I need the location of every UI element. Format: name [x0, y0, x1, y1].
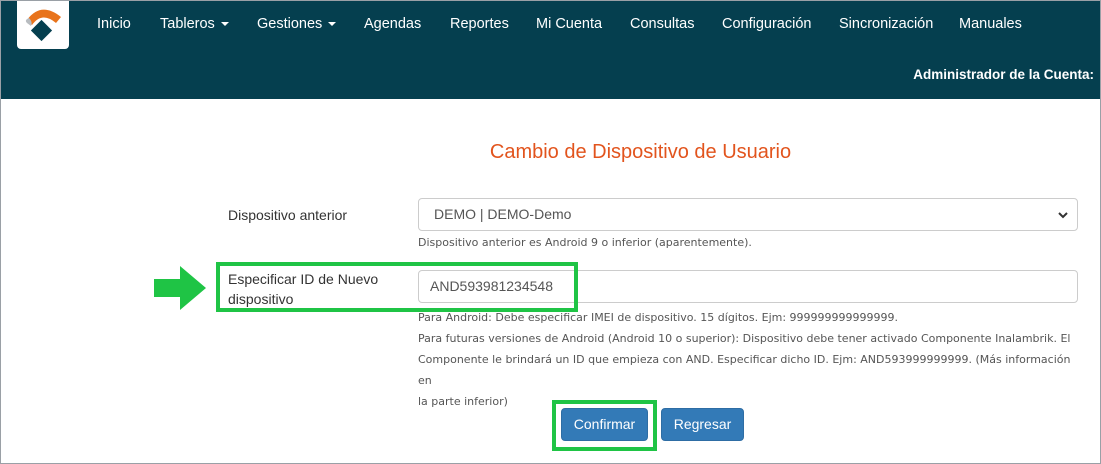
- caret-down-icon: [328, 22, 337, 27]
- help-line: Componente le brindará un ID que empieza…: [418, 353, 1071, 387]
- nav-mi-cuenta[interactable]: Mi Cuenta: [536, 16, 602, 32]
- new-device-help: Para Android: Debe especificar IMEI de d…: [418, 307, 1083, 412]
- help-line: la parte inferior): [418, 395, 508, 408]
- nav-gestiones-label: Gestiones: [257, 16, 323, 32]
- previous-device-label: Dispositivo anterior: [228, 207, 348, 223]
- nav-reportes[interactable]: Reportes: [450, 16, 509, 32]
- nav-tableros-label: Tableros: [160, 16, 215, 32]
- logo[interactable]: [17, 1, 69, 49]
- nav-tableros[interactable]: Tableros: [160, 16, 229, 32]
- back-button[interactable]: Regresar: [661, 408, 744, 441]
- arrow-right-icon: [154, 266, 206, 310]
- account-admin-label[interactable]: Administrador de la Cuenta:: [913, 67, 1094, 82]
- nav-manuales[interactable]: Manuales: [959, 16, 1022, 32]
- nav-inicio[interactable]: Inicio: [97, 16, 131, 32]
- confirm-highlight-box: [552, 400, 657, 451]
- previous-device-select[interactable]: DEMO | DEMO-Demo: [418, 198, 1078, 231]
- nav-sincronizacion[interactable]: Sincronización: [839, 16, 933, 32]
- new-device-highlight-box: [216, 262, 578, 312]
- nav-consultas[interactable]: Consultas: [630, 16, 694, 32]
- page-title: Cambio de Dispositivo de Usuario: [489, 141, 792, 163]
- caret-down-icon: [220, 22, 229, 27]
- previous-device-help: Dispositivo anterior es Android 9 o infe…: [418, 236, 752, 249]
- nav-agendas[interactable]: Agendas: [364, 16, 421, 32]
- previous-device-value: DEMO | DEMO-Demo: [434, 206, 572, 222]
- help-line: Para futuras versiones de Android (Andro…: [418, 332, 1071, 345]
- company-logo-icon: [25, 9, 61, 42]
- top-navbar: Inicio Tableros Gestiones Agendas Report…: [1, 1, 1100, 99]
- nav-gestiones[interactable]: Gestiones: [257, 16, 337, 32]
- nav-configuracion[interactable]: Configuración: [722, 16, 811, 32]
- chevron-down-icon: [1058, 212, 1068, 219]
